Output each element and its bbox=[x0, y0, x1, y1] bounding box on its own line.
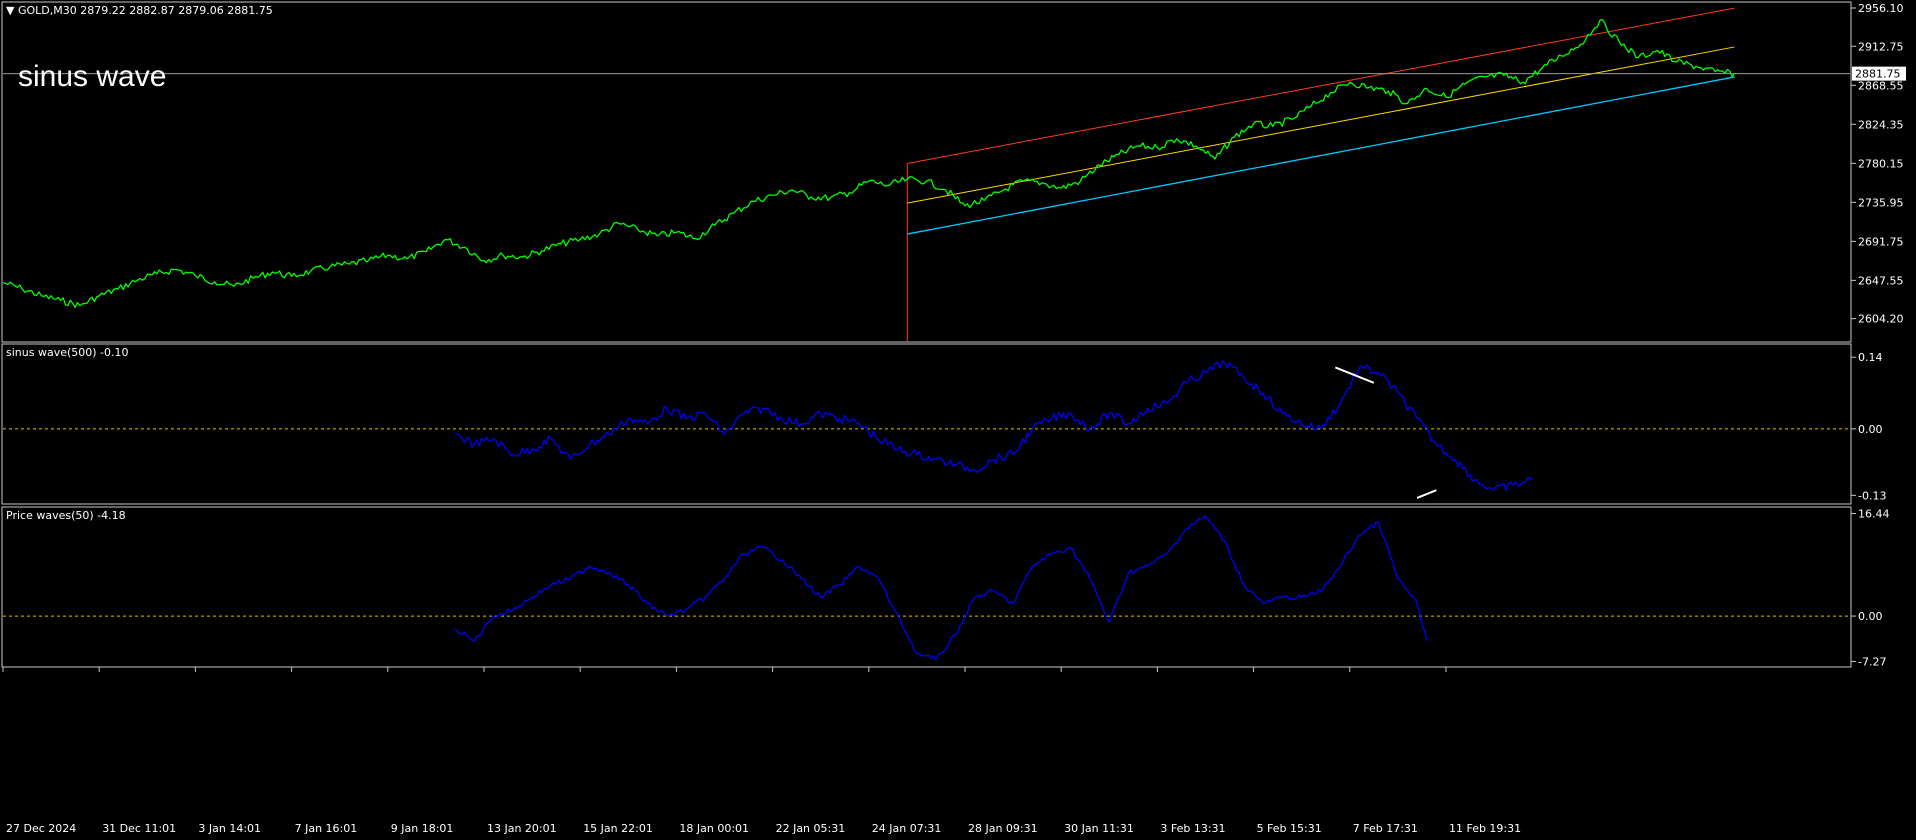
time-axis-label: 3 Jan 14:01 bbox=[198, 822, 261, 835]
time-axis-label: 24 Jan 07:31 bbox=[872, 822, 942, 835]
chart-background bbox=[0, 0, 1916, 840]
time-axis-label: 11 Feb 19:31 bbox=[1449, 822, 1521, 835]
collapse-arrow-icon[interactable]: ▼ bbox=[6, 4, 15, 17]
price-axis-tick-label: 2956.10 bbox=[1858, 2, 1904, 15]
price-axis-tick-label: 2824.35 bbox=[1858, 118, 1904, 131]
time-axis-label: 7 Jan 16:01 bbox=[295, 822, 358, 835]
time-axis-label: 5 Feb 15:31 bbox=[1257, 822, 1322, 835]
time-axis-label: 15 Jan 22:01 bbox=[583, 822, 653, 835]
symbol-header: GOLD,M30 2879.22 2882.87 2879.06 2881.75 bbox=[18, 4, 273, 17]
current-price-label: 2881.75 bbox=[1855, 68, 1901, 81]
trading-chart: 2956.10 2912.75 2868.55 2824.35 2780.15 2735.… bbox=[0, 0, 1916, 840]
time-axis-label: 3 Feb 13:31 bbox=[1160, 822, 1225, 835]
sinus-indicator-label: sinus wave(500) -0.10 bbox=[6, 346, 129, 359]
price-axis-tick-label: 2604.20 bbox=[1858, 313, 1904, 326]
price-axis-tick-label: 2691.75 bbox=[1858, 235, 1904, 248]
time-axis-label: 7 Feb 17:31 bbox=[1353, 822, 1418, 835]
pricewaves-indicator-label: Price waves(50) -4.18 bbox=[6, 509, 126, 522]
pricewaves-axis-tick-label: -7.27 bbox=[1858, 655, 1886, 668]
time-axis-label: 22 Jan 05:31 bbox=[776, 822, 846, 835]
price-axis-tick-label: 2647.55 bbox=[1858, 274, 1904, 287]
overlay-title: sinus wave bbox=[18, 60, 166, 93]
time-axis-label: 30 Jan 11:31 bbox=[1064, 822, 1134, 835]
pricewaves-axis-tick-label: 16.44 bbox=[1858, 507, 1890, 520]
sinus-axis-tick-label: 0.14 bbox=[1858, 351, 1883, 364]
price-axis-tick-label: 2868.55 bbox=[1858, 79, 1904, 92]
price-axis-tick-label: 2780.15 bbox=[1858, 157, 1904, 170]
price-axis-tick-label: 2735.95 bbox=[1858, 196, 1904, 209]
time-axis-label: 18 Jan 00:01 bbox=[679, 822, 749, 835]
pricewaves-axis-tick-label: 0.00 bbox=[1858, 610, 1883, 623]
time-axis-label: 13 Jan 20:01 bbox=[487, 822, 557, 835]
time-axis-label: 9 Jan 18:01 bbox=[391, 822, 454, 835]
time-axis-label: 31 Dec 11:01 bbox=[102, 822, 176, 835]
time-axis-label: 28 Jan 09:31 bbox=[968, 822, 1038, 835]
sinus-axis-tick-label: -0.13 bbox=[1858, 489, 1886, 502]
sinus-axis-tick-label: 0.00 bbox=[1858, 423, 1883, 436]
time-axis-label: 27 Dec 2024 bbox=[6, 822, 76, 835]
price-axis-tick-label: 2912.75 bbox=[1858, 40, 1904, 53]
